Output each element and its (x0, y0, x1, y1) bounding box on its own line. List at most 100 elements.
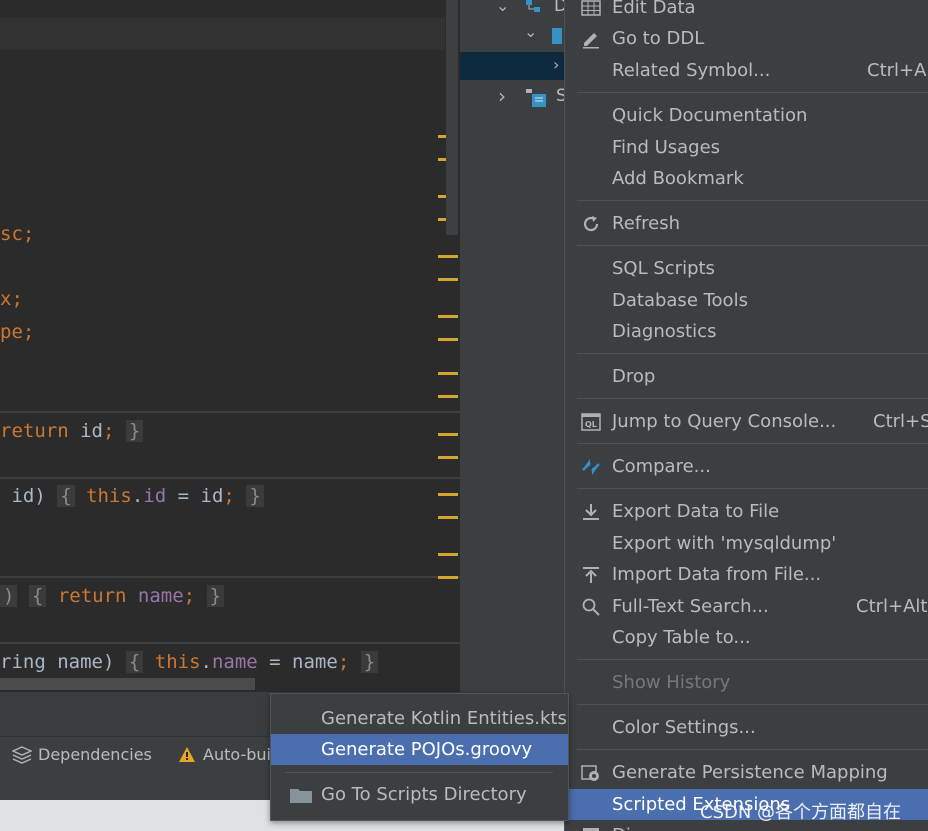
menu-item-full-text-search[interactable]: Full-Text Search... Ctrl+Alt+ (565, 591, 928, 622)
code-token: id) (0, 485, 58, 507)
menu-item-export-data-to-file[interactable]: Export Data to File (565, 496, 928, 527)
code-token: = id (166, 485, 224, 507)
code-line[interactable]: x; (0, 284, 23, 314)
fold-marker[interactable] (438, 278, 458, 281)
menu-item-color-settings[interactable]: Color Settings... (565, 712, 928, 743)
code-token: } (360, 651, 379, 673)
code-token: { (28, 585, 47, 607)
menu-item-label: Show History (612, 672, 731, 693)
code-line-text: sc; (0, 223, 34, 245)
editor-horizontal-scrollbar[interactable] (0, 678, 255, 690)
submenu-item-generate-kotlin-entities[interactable]: Generate Kotlin Entities.kts (271, 703, 568, 734)
menu-item-label: Full-Text Search... (612, 596, 769, 617)
fold-marker[interactable] (438, 395, 458, 398)
menu-item-related-symbol[interactable]: Related Symbol... Ctrl+Al (565, 55, 928, 86)
code-token: sc; (0, 223, 35, 245)
code-token: } (125, 420, 144, 442)
menu-item-label: SQL Scripts (612, 258, 715, 279)
refresh-icon (583, 216, 599, 232)
menu-item-copy-table-to[interactable]: Copy Table to... (565, 622, 928, 653)
fold-marker[interactable] (438, 493, 458, 496)
code-token: ) (0, 585, 18, 607)
menu-item-diagnostics[interactable]: Diagnostics (565, 316, 928, 347)
menu-item-drop[interactable]: Drop (565, 361, 928, 392)
menu-separator (285, 772, 553, 773)
menu-item-jump-to-query-console[interactable]: QL Jump to Query Console... Ctrl+Sh (565, 406, 928, 437)
fold-marker[interactable] (438, 576, 458, 579)
menu-item-label: Generate Persistence Mapping (612, 762, 888, 783)
menu-item-label: Related Symbol... (612, 60, 771, 81)
code-line[interactable]: ring name) { this.name = name; } (0, 647, 379, 677)
code-line-text: return id; } (0, 420, 144, 442)
code-token: . (200, 651, 212, 673)
menu-item-label: Di (612, 820, 631, 831)
fold-marker[interactable] (438, 338, 458, 341)
menu-separator (577, 245, 928, 246)
code-line-text: ring name) { this.name = name; } (0, 651, 379, 673)
menu-item-show-history: Show History (565, 667, 928, 698)
code-token: } (246, 485, 264, 507)
submenu-item-label: Generate POJOs.groovy (321, 739, 533, 760)
editor-vertical-scrollbar[interactable] (446, 0, 458, 235)
menu-item-database-tools[interactable]: Database Tools (565, 285, 928, 316)
menu-item-edit-data[interactable]: Edit Data (565, 0, 928, 23)
menu-item-compare[interactable]: Compare... (565, 451, 928, 482)
code-line[interactable]: sc; (0, 219, 34, 249)
fold-marker[interactable] (438, 255, 458, 258)
menu-item-sql-scripts[interactable]: SQL Scripts (565, 253, 928, 284)
submenu-item-go-to-scripts-directory[interactable]: Go To Scripts Directory (271, 779, 568, 810)
persistence-icon (581, 765, 599, 781)
menu-separator (577, 398, 928, 399)
menu-item-generate-persistence-mapping[interactable]: Generate Persistence Mapping (565, 757, 928, 788)
code-token: name (211, 651, 258, 673)
menu-item-label: Import Data from File... (612, 564, 822, 585)
code-line[interactable]: return id; } (0, 416, 144, 446)
method-separator (0, 642, 460, 644)
fold-marker[interactable] (438, 456, 458, 459)
chevron-down-icon[interactable]: ⌄ (496, 0, 509, 15)
pencil-icon (583, 33, 599, 49)
menu-item-add-bookmark[interactable]: Add Bookmark (565, 163, 928, 194)
chevron-right-icon[interactable]: › (498, 84, 506, 108)
database-tree-panel[interactable]: ⌄ D ⌄ › › S (460, 0, 567, 692)
fold-marker[interactable] (438, 516, 458, 519)
fold-marker[interactable] (438, 372, 458, 375)
method-separator (0, 411, 460, 413)
menu-item-find-usages[interactable]: Find Usages (565, 132, 928, 163)
submenu-item-label: Generate Kotlin Entities.kts (321, 708, 567, 729)
context-menu[interactable]: Edit Data Go to DDL Related Symbol... Ct… (564, 0, 928, 831)
ql-console-icon: QL (581, 413, 601, 431)
menu-item-label: Compare... (612, 456, 711, 477)
chevron-down-icon[interactable]: ⌄ (524, 22, 537, 41)
menu-item-go-to-ddl[interactable]: Go to DDL (565, 23, 928, 54)
code-line[interactable]: ) { return name; } (0, 581, 225, 611)
menu-item-import-data-from-file[interactable]: Import Data from File... (565, 559, 928, 590)
code-token: } (206, 585, 225, 607)
fold-marker[interactable] (438, 315, 458, 318)
chevron-right-icon[interactable]: › (553, 55, 559, 74)
submenu-item-generate-pojos[interactable]: Generate POJOs.groovy (271, 734, 568, 765)
fold-marker[interactable] (438, 433, 458, 436)
scripted-extensions-submenu[interactable]: Generate Kotlin Entities.kts Generate PO… (270, 693, 569, 821)
menu-item-label: Edit Data (612, 0, 696, 18)
menu-item-quick-documentation[interactable]: Quick Documentation (565, 100, 928, 131)
code-line[interactable]: id) { this.id = id; } (0, 481, 264, 511)
menu-separator (577, 488, 928, 489)
code-token: id (80, 420, 103, 442)
menu-item-export-with-mysqldump[interactable]: Export with 'mysqldump' (565, 528, 928, 559)
folder-icon (290, 789, 312, 803)
code-line-text: pe; (0, 321, 34, 343)
code-line[interactable]: pe; (0, 317, 34, 347)
fold-marker[interactable] (438, 553, 458, 556)
tree-selected-row[interactable] (460, 52, 564, 80)
code-token: ; (337, 651, 350, 673)
submenu-item-label: Go To Scripts Directory (321, 784, 527, 805)
code-editor[interactable]: sc; x; pe; return id; } id) { this.id = … (0, 0, 460, 692)
svg-text:QL: QL (585, 420, 597, 429)
code-token: = name (257, 651, 338, 673)
menu-item-refresh[interactable]: Refresh (565, 208, 928, 239)
